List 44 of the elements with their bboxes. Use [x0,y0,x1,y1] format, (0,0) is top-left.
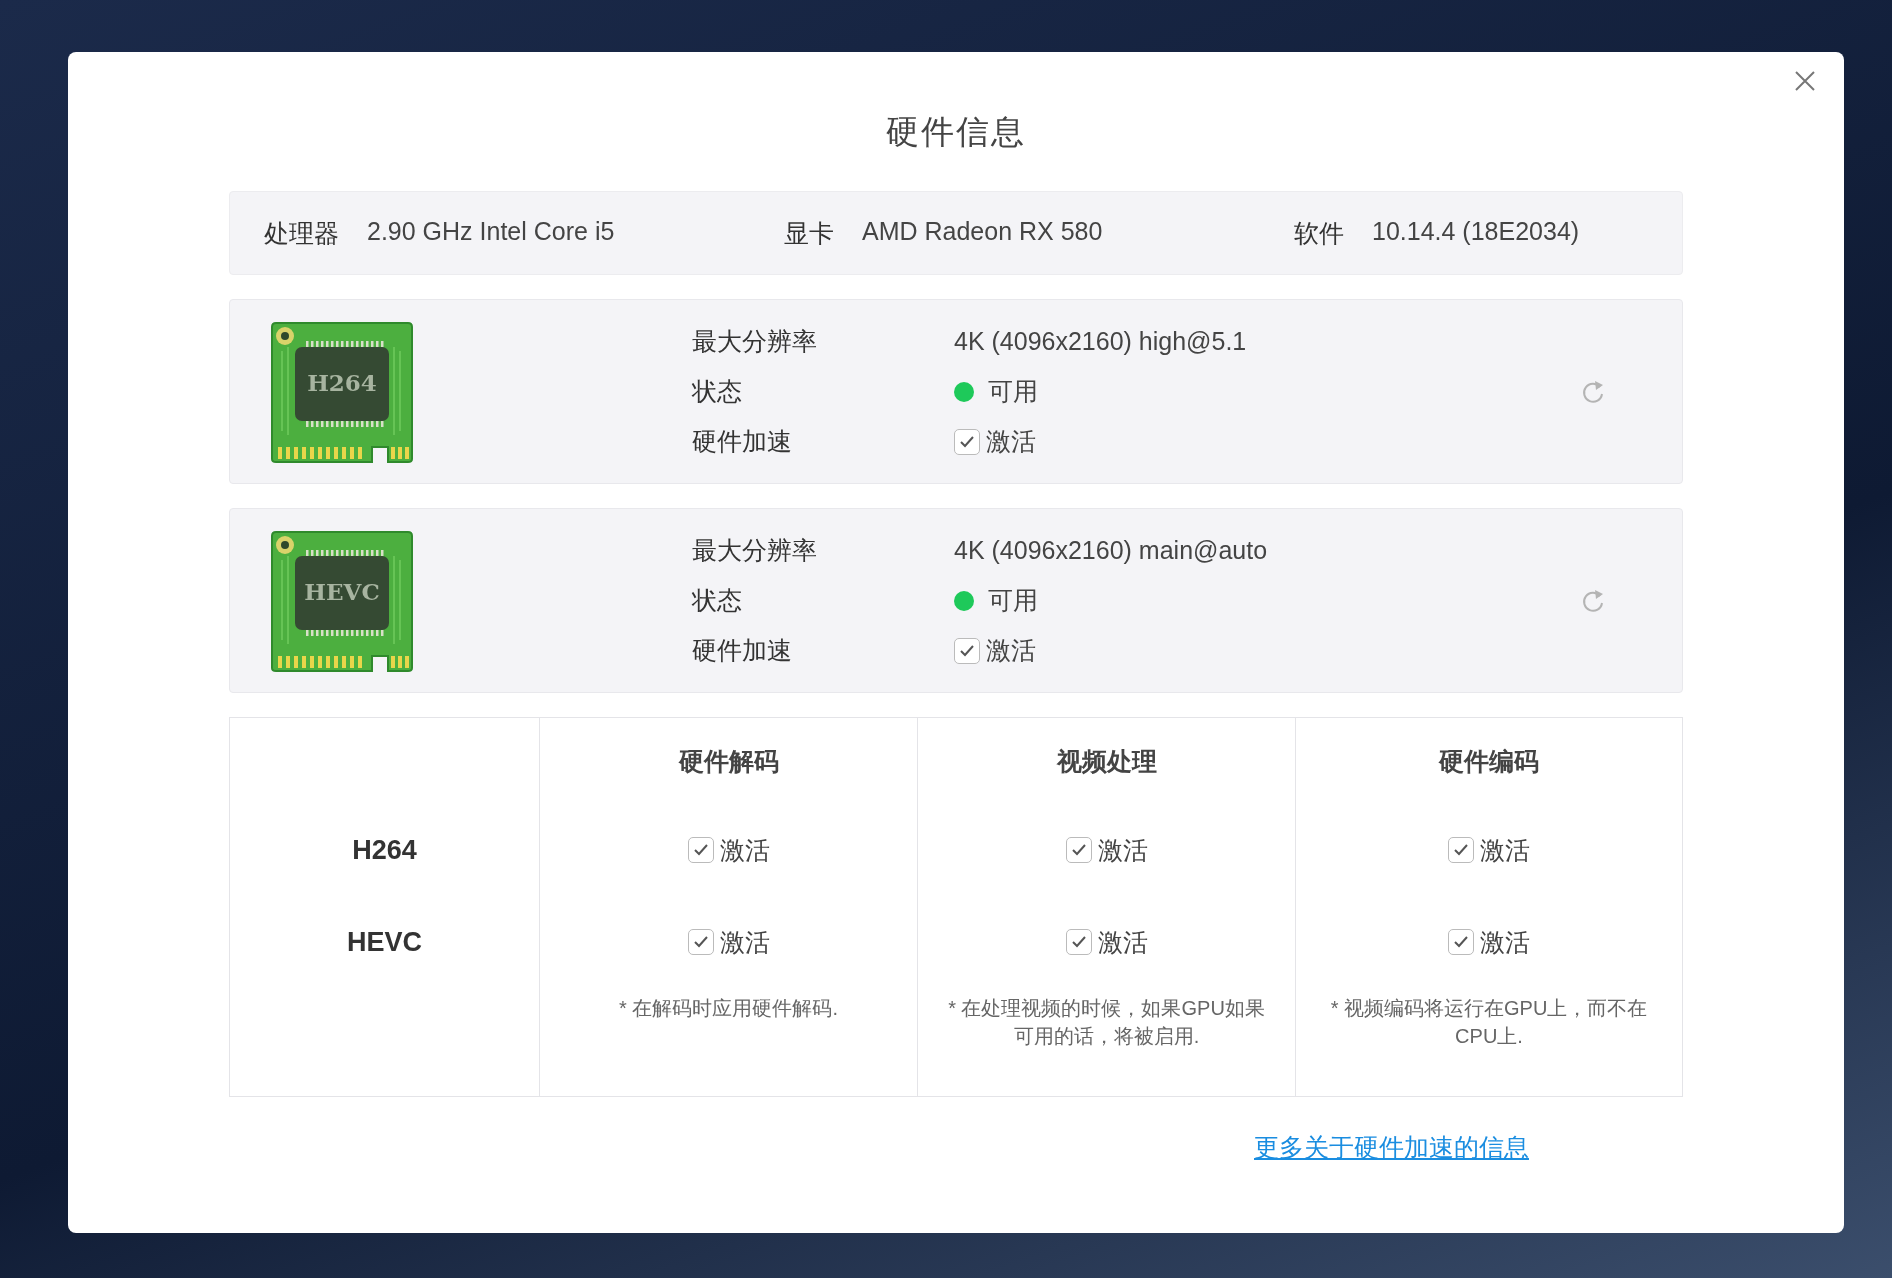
checkbox[interactable]: 激活 [1065,833,1148,867]
summary-label: 处理器 [264,217,339,249]
row-header: HEVC [347,926,422,958]
spec-label: 最大分辨率 [692,326,818,357]
column-header: 硬件解码 [678,745,779,777]
checkbox[interactable]: 激活 [954,425,1036,458]
chip-icon: HEVC [268,529,416,672]
summary-label: 显卡 [784,217,834,249]
column-header: 硬件编码 [1439,745,1539,777]
row-header: H264 [352,834,417,866]
checkmark-icon [692,935,709,949]
status-text: 可用 [988,376,1038,407]
spec-label: 硬件加速 [692,635,793,666]
column-note: * 在处理视频的时候，如果GPU如果可用的话，将被启用. [947,996,1266,1049]
checkbox[interactable]: 激活 [954,634,1036,667]
checkbox[interactable]: 激活 [687,925,770,959]
checkmark-icon [1453,843,1469,857]
spec-value: 4K (4096x2160) main@auto [954,536,1268,565]
column-header: 视频处理 [1056,745,1157,777]
checkmark-icon [1453,935,1469,949]
checkmark-icon [1070,935,1087,949]
status-text: 可用 [988,585,1038,616]
chip-icon: H264 [268,320,416,463]
dialog-title: 硬件信息 [885,112,1027,152]
summary-value: AMD Radeon RX 580 [862,216,1103,247]
checkmark-icon [692,843,709,857]
spec-label: 最大分辨率 [692,535,818,566]
checkmark-icon [1070,843,1087,857]
summary-value: 10.14.4 (18E2034) [1372,216,1580,247]
checkmark-icon [959,434,975,449]
spec-label: 状态 [692,585,743,616]
checkbox[interactable]: 激活 [1448,833,1530,867]
summary-label: 软件 [1294,217,1344,249]
column-note: * 视频编码将运行在GPU上，而不在CPU上. [1329,996,1649,1049]
more-info-link[interactable]: 更多关于硬件加速的信息 [1254,1131,1529,1164]
column-note: * 在解码时应用硬件解码. [619,996,838,1021]
spec-label: 硬件加速 [692,426,793,457]
checkbox[interactable]: 激活 [687,833,770,867]
spec-value: 4K (4096x2160) high@5.1 [954,327,1247,356]
summary-value: 2.90 GHz Intel Core i5 [367,216,615,247]
checkbox[interactable]: 激活 [1065,925,1148,959]
spec-label: 状态 [692,376,743,407]
checkbox[interactable]: 激活 [1448,925,1530,959]
checkmark-icon [959,643,975,658]
